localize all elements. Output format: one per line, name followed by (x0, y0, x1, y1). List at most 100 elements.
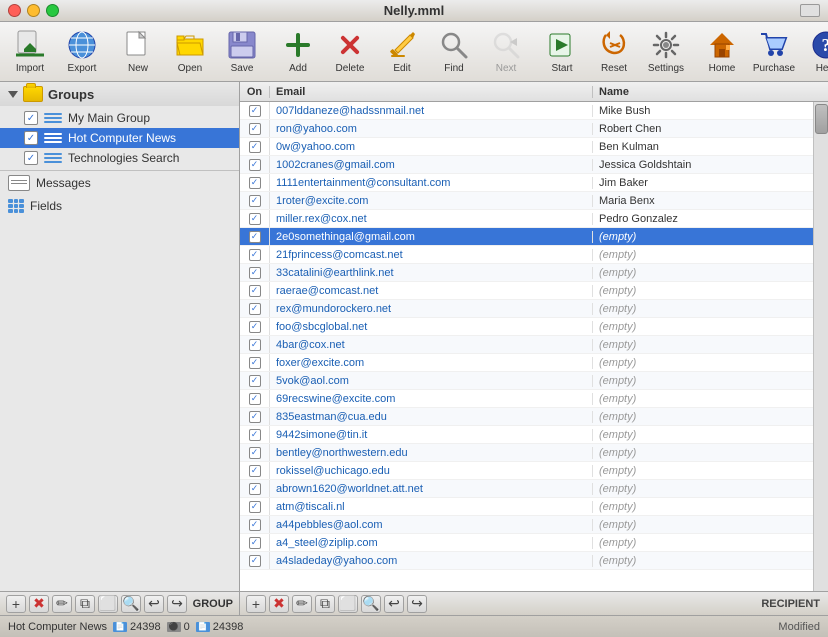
cell-on[interactable] (240, 246, 270, 263)
group-redo-button[interactable]: ↪ (167, 595, 187, 613)
table-row[interactable]: 5vok@aol.com(empty) (240, 372, 813, 390)
scrollbar-thumb[interactable] (815, 104, 828, 134)
row-checkbox[interactable] (249, 267, 261, 279)
row-checkbox[interactable] (249, 195, 261, 207)
cell-on[interactable] (240, 264, 270, 281)
my-main-group-checkbox[interactable] (24, 111, 38, 125)
purchase-button[interactable]: Purchase (748, 26, 800, 77)
group-copy-button[interactable]: ⧉ (75, 595, 95, 613)
cell-on[interactable] (240, 480, 270, 497)
cell-on[interactable] (240, 192, 270, 209)
row-checkbox[interactable] (249, 141, 261, 153)
table-body[interactable]: 007lddaneze@hadssnmail.netMike Bushron@y… (240, 102, 813, 591)
recipient-search-button[interactable]: 🔍 (361, 595, 381, 613)
table-row[interactable]: abrown1620@worldnet.att.net(empty) (240, 480, 813, 498)
close-button[interactable] (8, 4, 21, 17)
recipient-redo-button[interactable]: ↪ (407, 595, 427, 613)
cell-on[interactable] (240, 552, 270, 569)
table-row[interactable]: bentley@northwestern.edu(empty) (240, 444, 813, 462)
table-row[interactable]: atm@tiscali.nl(empty) (240, 498, 813, 516)
table-row[interactable]: foo@sbcglobal.net(empty) (240, 318, 813, 336)
row-checkbox[interactable] (249, 105, 261, 117)
cell-on[interactable] (240, 354, 270, 371)
table-row[interactable]: 1roter@excite.comMaria Benx (240, 192, 813, 210)
row-checkbox[interactable] (249, 483, 261, 495)
table-row[interactable]: 1111entertainment@consultant.comJim Bake… (240, 174, 813, 192)
table-row[interactable]: raerae@comcast.net(empty) (240, 282, 813, 300)
group-delete-button[interactable]: ✖ (29, 595, 49, 613)
open-button[interactable]: Open (164, 26, 216, 77)
settings-button[interactable]: Settings (640, 26, 692, 77)
table-row[interactable]: 69recswine@excite.com(empty) (240, 390, 813, 408)
cell-on[interactable] (240, 228, 270, 245)
group-edit-button[interactable]: ✏ (52, 595, 72, 613)
cell-on[interactable] (240, 462, 270, 479)
table-row[interactable]: 835eastman@cua.edu(empty) (240, 408, 813, 426)
row-checkbox[interactable] (249, 375, 261, 387)
cell-on[interactable] (240, 210, 270, 227)
cell-on[interactable] (240, 498, 270, 515)
row-checkbox[interactable] (249, 357, 261, 369)
recipient-add-button[interactable]: + (246, 595, 266, 613)
add-button[interactable]: Add (272, 26, 324, 77)
minimize-button[interactable] (27, 4, 40, 17)
cell-on[interactable] (240, 282, 270, 299)
table-row[interactable]: 0w@yahoo.comBen Kulman (240, 138, 813, 156)
row-checkbox[interactable] (249, 411, 261, 423)
cell-on[interactable] (240, 138, 270, 155)
cell-on[interactable] (240, 426, 270, 443)
table-row[interactable]: 007lddaneze@hadssnmail.netMike Bush (240, 102, 813, 120)
delete-button[interactable]: Delete (324, 26, 376, 77)
find-button[interactable]: Find (428, 26, 480, 77)
row-checkbox[interactable] (249, 213, 261, 225)
sidebar-item-messages[interactable]: Messages (0, 171, 239, 195)
hot-computer-news-checkbox[interactable] (24, 131, 38, 145)
recipient-edit-button[interactable]: ✏ (292, 595, 312, 613)
new-button[interactable]: New (112, 26, 164, 77)
table-row[interactable]: 9442simone@tin.it(empty) (240, 426, 813, 444)
row-checkbox[interactable] (249, 429, 261, 441)
table-row[interactable]: 4bar@cox.net(empty) (240, 336, 813, 354)
technologies-search-checkbox[interactable] (24, 151, 38, 165)
cell-on[interactable] (240, 156, 270, 173)
sidebar-item-technologies-search[interactable]: Technologies Search (0, 148, 239, 168)
recipient-paste-button[interactable]: ⬜ (338, 595, 358, 613)
maximize-button[interactable] (46, 4, 59, 17)
help-button[interactable]: ? Help (800, 26, 828, 77)
groups-header[interactable]: Groups (0, 82, 239, 106)
sidebar-item-fields[interactable]: Fields (0, 195, 239, 217)
row-checkbox[interactable] (249, 303, 261, 315)
recipient-delete-button[interactable]: ✖ (269, 595, 289, 613)
start-button[interactable]: Start (536, 26, 588, 77)
cell-on[interactable] (240, 408, 270, 425)
recipient-copy-button[interactable]: ⧉ (315, 595, 335, 613)
cell-on[interactable] (240, 534, 270, 551)
row-checkbox[interactable] (249, 393, 261, 405)
reset-button[interactable]: Reset (588, 26, 640, 77)
save-button[interactable]: Save (216, 26, 268, 77)
cell-on[interactable] (240, 120, 270, 137)
cell-on[interactable] (240, 300, 270, 317)
row-checkbox[interactable] (249, 177, 261, 189)
table-row[interactable]: 2e0somethingal@gmail.com(empty) (240, 228, 813, 246)
cell-on[interactable] (240, 390, 270, 407)
table-row[interactable]: miller.rex@cox.netPedro Gonzalez (240, 210, 813, 228)
home-button[interactable]: Home (696, 26, 748, 77)
row-checkbox[interactable] (249, 447, 261, 459)
recipient-undo-button[interactable]: ↩ (384, 595, 404, 613)
table-row[interactable]: a4_steel@ziplip.com(empty) (240, 534, 813, 552)
row-checkbox[interactable] (249, 159, 261, 171)
cell-on[interactable] (240, 102, 270, 119)
row-checkbox[interactable] (249, 249, 261, 261)
sidebar-item-my-main-group[interactable]: My Main Group (0, 108, 239, 128)
table-row[interactable]: rokissel@uchicago.edu(empty) (240, 462, 813, 480)
row-checkbox[interactable] (249, 519, 261, 531)
row-checkbox[interactable] (249, 231, 261, 243)
cell-on[interactable] (240, 372, 270, 389)
table-row[interactable]: 33catalini@earthlink.net(empty) (240, 264, 813, 282)
row-checkbox[interactable] (249, 501, 261, 513)
scrollbar-track[interactable] (813, 102, 828, 591)
export-button[interactable]: Export (56, 26, 108, 77)
table-row[interactable]: a4sladeday@yahoo.com(empty) (240, 552, 813, 570)
row-checkbox[interactable] (249, 465, 261, 477)
